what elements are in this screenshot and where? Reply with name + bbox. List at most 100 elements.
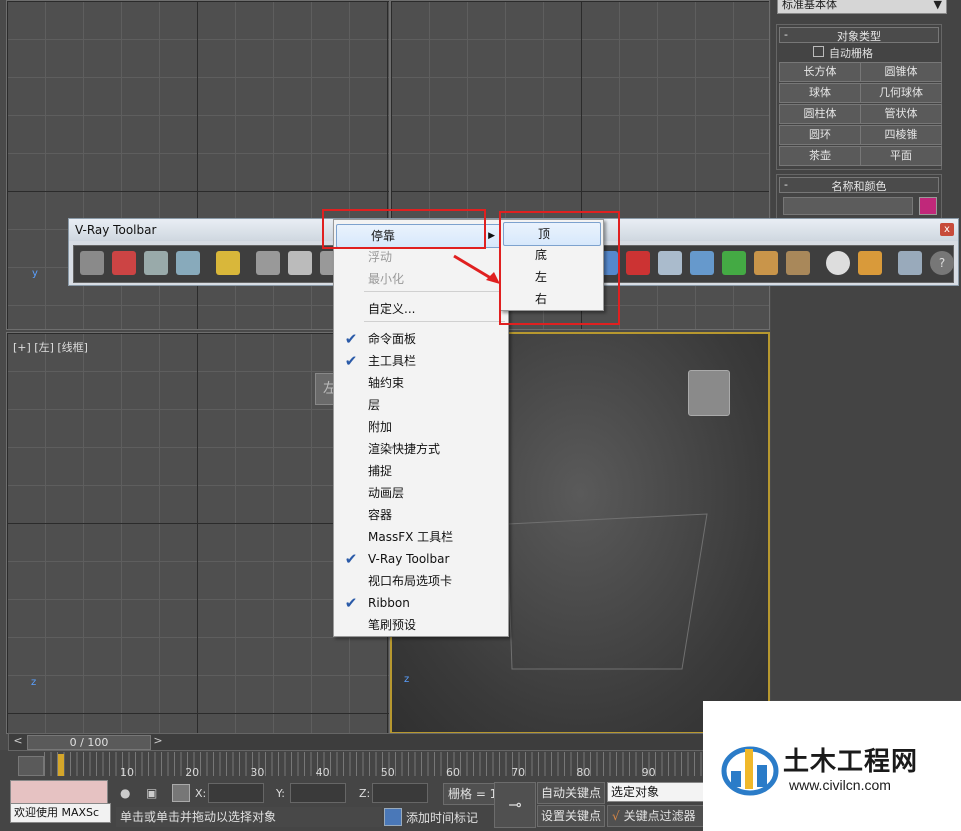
teapot-icon[interactable]: [80, 251, 104, 275]
z-field[interactable]: [372, 783, 428, 803]
menu-item-12[interactable]: 容器: [334, 504, 508, 526]
menu-item-9[interactable]: 渲染快捷方式: [334, 438, 508, 460]
menu-item-label: 视口布局选项卡: [368, 574, 453, 588]
menu-item-14[interactable]: ✔ V-Ray Toolbar: [334, 548, 508, 570]
selection-dropdown[interactable]: 选定对象: [607, 782, 708, 802]
maxscript-listener[interactable]: [10, 780, 108, 804]
primitive-dropdown-value: 标准基本体: [782, 0, 837, 11]
cone-button[interactable]: 圆锥体: [860, 62, 942, 82]
set-key-button[interactable]: 设置关键点: [537, 805, 605, 827]
time-next-button[interactable]: >: [151, 734, 165, 747]
menu-item-7[interactable]: 层: [334, 394, 508, 416]
menu-item-label: MassFX 工具栏: [368, 530, 454, 544]
timeline-tick: 80: [576, 766, 591, 779]
primitive-dropdown[interactable]: 标准基本体 ▼: [777, 0, 947, 14]
maxscript-mini[interactable]: 欢迎使用 MAXSc: [10, 803, 111, 823]
render-frame-icon[interactable]: [112, 251, 136, 275]
mesh-icon[interactable]: [658, 251, 682, 275]
shell-icon[interactable]: [786, 251, 810, 275]
x-field[interactable]: [208, 783, 264, 803]
menu-item-17[interactable]: 笔刷预设: [334, 614, 508, 636]
axis-gizmo-top: y: [32, 268, 38, 279]
set-key-icon[interactable]: ⊸: [494, 782, 536, 828]
key-filter-button[interactable]: √ 关键点过滤器: [607, 805, 705, 827]
absolute-mode-icon[interactable]: [172, 784, 190, 802]
menu-item-6[interactable]: 轴约束: [334, 372, 508, 394]
menu-item-16[interactable]: ✔ Ribbon: [334, 592, 508, 614]
hdri-icon[interactable]: [754, 251, 778, 275]
menu-item-10[interactable]: 捕捉: [334, 460, 508, 482]
torus-button[interactable]: 圆环: [779, 125, 861, 145]
viewport-left-label[interactable]: [+] [左] [线框]: [13, 339, 88, 355]
name-color-header[interactable]: - 名称和颜色: [779, 177, 939, 193]
camera-icon[interactable]: [256, 251, 280, 275]
y-label: Y:: [276, 787, 285, 800]
auto-grid-checkbox[interactable]: 自动栅格: [813, 45, 873, 61]
menu-separator: [364, 321, 505, 322]
name-color-rollout: - 名称和颜色: [776, 174, 942, 220]
help-icon[interactable]: ?: [930, 251, 954, 275]
list-icon[interactable]: [144, 251, 168, 275]
menu-item-label: V-Ray Toolbar: [368, 552, 450, 566]
table-icon[interactable]: [176, 251, 200, 275]
menu-separator: [364, 291, 505, 292]
menu-item-label: 容器: [368, 508, 393, 522]
object-type-header[interactable]: - 对象类型: [779, 27, 939, 43]
checkmark-icon: ✔: [344, 550, 358, 568]
lock-icon[interactable]: ▣: [146, 786, 158, 800]
menu-item-8[interactable]: 附加: [334, 416, 508, 438]
time-prev-button[interactable]: <: [11, 734, 25, 747]
light-icon[interactable]: [216, 251, 240, 275]
close-icon[interactable]: x: [940, 223, 954, 236]
gear-icon[interactable]: [690, 251, 714, 275]
menu-item-label: 浮动: [368, 250, 393, 264]
time-slider[interactable]: < 0 / 100 >: [8, 733, 770, 751]
object-color-swatch[interactable]: [919, 197, 937, 215]
object-name-field[interactable]: [783, 197, 913, 215]
tube-button[interactable]: 管状体: [860, 104, 942, 124]
palette-icon[interactable]: [858, 251, 882, 275]
timeline-tick: 10: [120, 766, 134, 779]
phone-icon[interactable]: [898, 251, 922, 275]
track-bar-marker: [58, 754, 64, 776]
menu-item-13[interactable]: MassFX 工具栏: [334, 526, 508, 548]
mini-curve-editor-icon[interactable]: [18, 756, 44, 776]
key-filter-label: 关键点过滤器: [623, 809, 696, 823]
geosphere-button[interactable]: 几何球体: [860, 83, 942, 103]
plane-button[interactable]: 平面: [860, 146, 942, 166]
menu-item-label: Ribbon: [368, 596, 410, 610]
menu-item-4[interactable]: ✔ 命令面板: [334, 328, 508, 350]
fur-icon[interactable]: [722, 251, 746, 275]
hair-icon[interactable]: [626, 251, 650, 275]
menu-item-15[interactable]: 视口布局选项卡: [334, 570, 508, 592]
auto-key-button[interactable]: 自动关键点: [537, 782, 605, 804]
add-time-tag[interactable]: 添加时间标记: [406, 808, 478, 828]
add-time-tag-icon[interactable]: [384, 808, 402, 826]
dome-light-icon[interactable]: [288, 251, 312, 275]
timeline-tick: 90: [641, 766, 656, 779]
sphere-button[interactable]: 球体: [779, 83, 861, 103]
y-field[interactable]: [290, 783, 346, 803]
track-bar[interactable]: [44, 752, 704, 776]
menu-item-11[interactable]: 动画层: [334, 482, 508, 504]
axis-gizmo-left: z: [31, 677, 37, 688]
lightbulb-icon[interactable]: ●: [120, 786, 130, 800]
chevron-down-icon: ▼: [933, 0, 942, 11]
highlight-dock-item: [322, 209, 486, 249]
auto-grid-label: 自动栅格: [829, 47, 873, 60]
x-label: X:: [195, 787, 207, 800]
submenu-arrow-icon: ▶: [488, 231, 495, 241]
checkmark-icon: ✔: [344, 594, 358, 612]
menu-item-5[interactable]: ✔ 主工具栏: [334, 350, 508, 372]
teapot-button[interactable]: 茶壶: [779, 146, 861, 166]
time-slider-thumb[interactable]: 0 / 100: [27, 735, 151, 750]
box-button[interactable]: 长方体: [779, 62, 861, 82]
menu-item-3[interactable]: 自定义...: [334, 298, 508, 320]
pyramid-button[interactable]: 四棱锥: [860, 125, 942, 145]
timeline-tick: 70: [511, 766, 526, 779]
cylinder-button[interactable]: 圆柱体: [779, 104, 861, 124]
viewcube-persp[interactable]: [688, 370, 730, 416]
prompt-text: 单击或单击并拖动以选择对象: [120, 810, 277, 824]
sphere-material-icon[interactable]: [826, 251, 850, 275]
menu-item-label: 轴约束: [368, 376, 405, 390]
